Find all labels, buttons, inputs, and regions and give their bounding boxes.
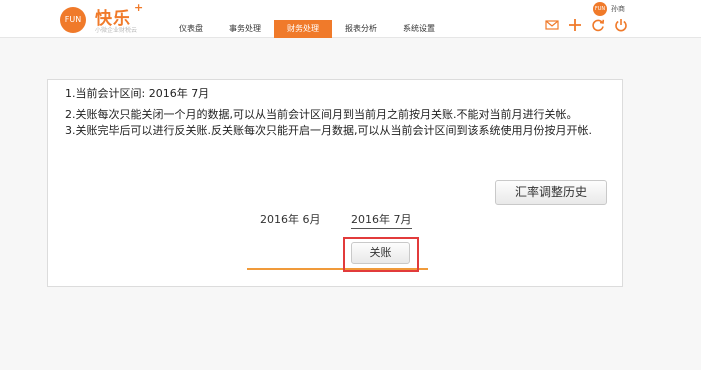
brand-tagline: 小微企业财税云: [95, 27, 138, 34]
plus-icon[interactable]: [568, 18, 582, 32]
power-icon[interactable]: [614, 18, 628, 32]
mail-icon[interactable]: [545, 18, 559, 32]
brand-plus: +: [134, 1, 144, 14]
month-previous: 2016年 6月: [260, 213, 321, 226]
close-period-button[interactable]: 关账: [351, 242, 410, 264]
exchange-rate-history-button[interactable]: 汇率调整历史: [495, 180, 607, 205]
main-nav: 仪表盘 事务处理 财务处理 报表分析 系统设置: [166, 20, 448, 38]
instructions: 1.当前会计区间: 2016年 7月 2.关账每次只能关闭一个月的数据,可以从当…: [65, 86, 610, 139]
nav-transactions[interactable]: 事务处理: [216, 20, 274, 38]
header-actions: [545, 18, 628, 32]
logo-mark: FUN: [60, 7, 86, 33]
nav-finance[interactable]: 财务处理: [274, 20, 332, 38]
nav-dashboard[interactable]: 仪表盘: [166, 20, 216, 38]
nav-settings[interactable]: 系统设置: [390, 20, 448, 38]
note-current-period: 1.当前会计区间: 2016年 7月: [65, 87, 210, 100]
note-close-rule: 2.关账每次只能关闭一个月的数据,可以从当前会计区间月到当前月之前按月关账.不能…: [65, 108, 578, 121]
nav-reports[interactable]: 报表分析: [332, 20, 390, 38]
app-header: FUN 快乐 + 小微企业财税云 仪表盘 事务处理 财务处理 报表分析 系统设置…: [0, 0, 701, 38]
user-name: 孙商: [611, 5, 625, 13]
close-period-panel: 1.当前会计区间: 2016年 7月 2.关账每次只能关闭一个月的数据,可以从当…: [47, 79, 623, 287]
note-reopen-rule: 3.关账完毕后可以进行反关账.反关账每次只能开启一月数据,可以从当前会计区间到该…: [65, 124, 592, 137]
refresh-icon[interactable]: [591, 18, 605, 32]
month-current[interactable]: 2016年 7月: [351, 211, 412, 229]
avatar: FUN: [593, 2, 607, 16]
user-info[interactable]: FUN 孙商: [593, 2, 625, 16]
